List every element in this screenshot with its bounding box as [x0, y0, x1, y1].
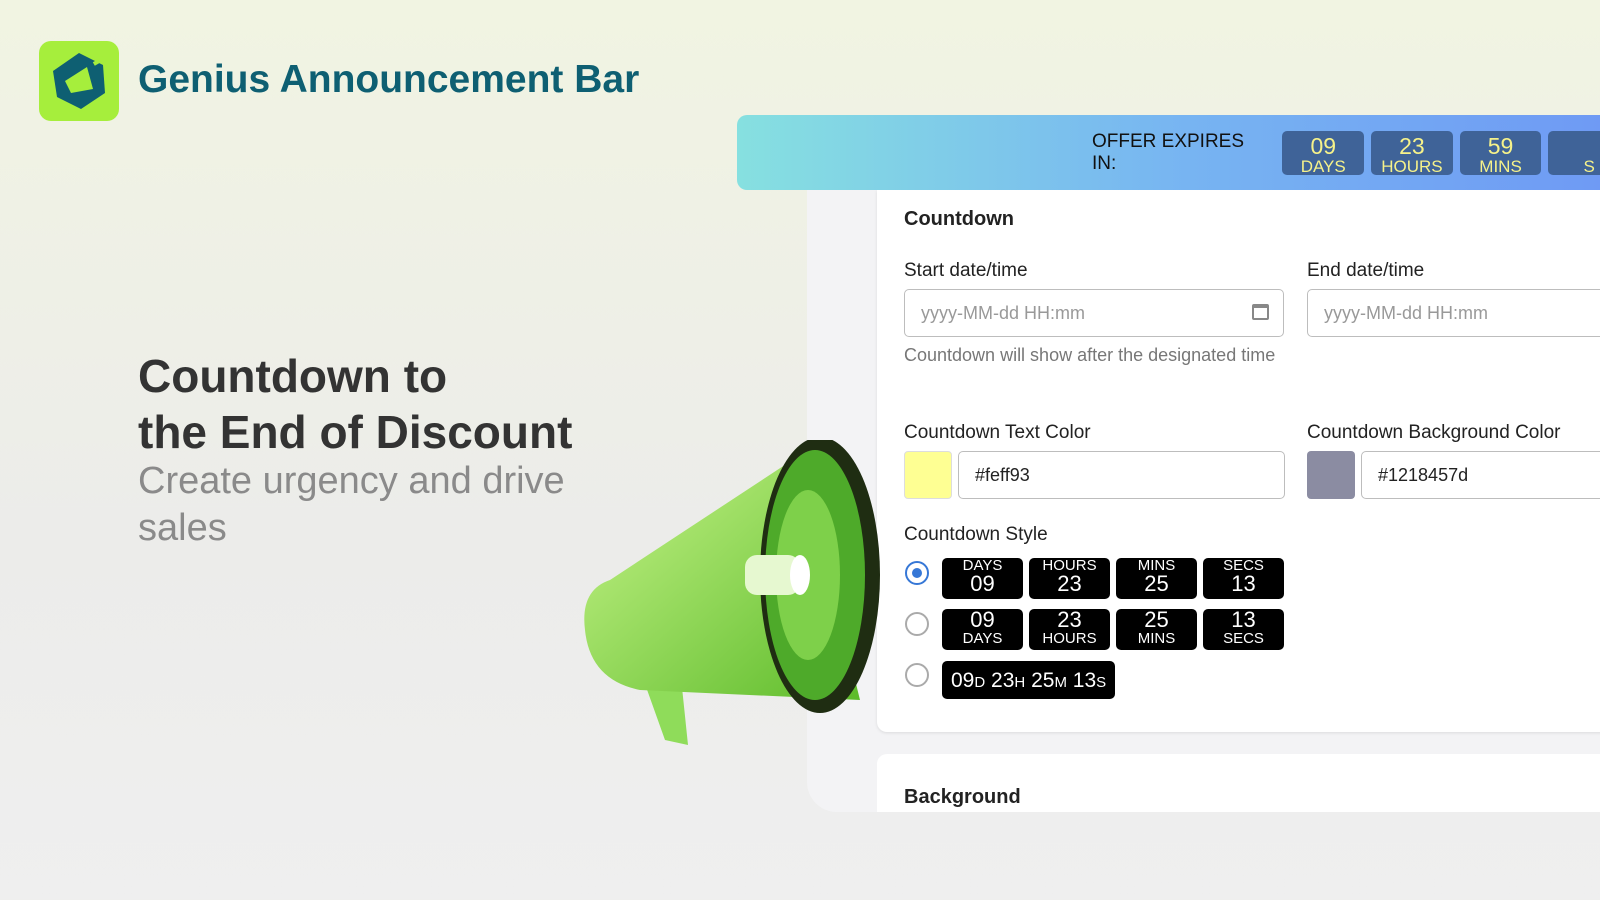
preview-box: MINS 25 — [1116, 558, 1197, 599]
timer-value — [1548, 131, 1600, 158]
style-radio-2[interactable] — [905, 612, 929, 636]
start-datetime-input[interactable]: yyyy-MM-dd HH:mm — [904, 289, 1284, 337]
hero-title: Countdown to the End of Discount — [138, 348, 572, 460]
unit: MINS — [1137, 630, 1176, 647]
unit: H — [1014, 674, 1026, 691]
bg-color-label: Countdown Background Color — [1307, 422, 1561, 443]
value: 23 — [1057, 607, 1082, 632]
preview-box: 13 SECS — [1203, 609, 1284, 650]
hero-title-line1: Countdown to — [138, 350, 448, 402]
style-preview-1: DAYS 09 HOURS 23 MINS 25 SECS 13 — [942, 558, 1284, 599]
preview-box: 09 DAYS — [942, 609, 1023, 650]
start-label: Start date/time — [904, 260, 1028, 281]
timer-unit: S — [1583, 156, 1595, 176]
style-radio-3[interactable] — [905, 663, 929, 687]
countdown-title: Countdown — [904, 208, 1014, 230]
style-preview-2: 09 DAYS 23 HOURS 25 MINS 13 SECS — [942, 609, 1284, 650]
background-title: Background — [904, 786, 1021, 808]
end-placeholder: yyyy-MM-dd HH:mm — [1324, 303, 1488, 323]
preview-box: 23 HOURS — [1029, 609, 1110, 650]
unit: M — [1054, 674, 1067, 691]
text-color-label: Countdown Text Color — [904, 422, 1091, 443]
unit: SECS — [1223, 630, 1264, 647]
announcement-bar: OFFER EXPIRES IN: 09 DAYS 23 HOURS 59 MINS … — [737, 115, 1600, 190]
unit: D — [974, 674, 986, 691]
megaphone-illustration-icon — [584, 440, 880, 745]
value: 09 — [970, 607, 995, 632]
unit: DAYS — [962, 630, 1003, 647]
timer-value: 59 — [1487, 132, 1514, 159]
unit: S — [1096, 674, 1107, 691]
timer-unit: MINS — [1479, 156, 1522, 176]
brand-name: Genius Announcement Bar — [138, 58, 640, 101]
timer-mins: 59 MINS — [1459, 130, 1542, 176]
start-help-text: Countdown will show after the designated… — [904, 345, 1276, 365]
hero-title-line2: the End of Discount — [138, 406, 573, 458]
unit: HOURS — [1042, 630, 1097, 647]
style-radio-1[interactable] — [905, 561, 929, 585]
preview-box: HOURS 23 — [1029, 558, 1110, 599]
timer-value: 23 — [1399, 132, 1425, 159]
bg-color-swatch[interactable] — [1307, 451, 1355, 499]
preview-box: SECS 13 — [1203, 558, 1284, 599]
preview-box: DAYS 09 — [942, 558, 1023, 599]
value: 13 — [1231, 607, 1256, 632]
calendar-icon[interactable] — [1252, 304, 1269, 320]
value: 13 — [1072, 669, 1097, 692]
app-logo — [39, 41, 119, 121]
value: 25 — [1144, 607, 1169, 632]
compact-preview: 09D 23H 25M 13S — [942, 661, 1116, 699]
value: 23 — [991, 669, 1015, 692]
start-placeholder: yyyy-MM-dd HH:mm — [921, 303, 1085, 323]
value: 09 — [970, 571, 995, 596]
megaphone-icon — [53, 53, 107, 109]
text-color-swatch[interactable] — [904, 451, 952, 499]
value: 25 — [1031, 669, 1055, 692]
value: 23 — [1057, 571, 1082, 596]
bg-color-input[interactable]: #1218457d — [1361, 451, 1600, 499]
value: 09 — [951, 669, 975, 692]
style-preview-3: 09D 23H 25M 13S — [942, 661, 1116, 699]
preview-box: 25 MINS — [1116, 609, 1197, 650]
end-label: End date/time — [1307, 260, 1425, 281]
end-datetime-input[interactable]: yyyy-MM-dd HH:mm — [1307, 289, 1600, 337]
timer-days: 09 DAYS — [1282, 130, 1365, 176]
text-color-input[interactable]: #feff93 — [958, 451, 1285, 499]
timer-unit: HOURS — [1381, 156, 1443, 176]
timer-secs: S — [1548, 130, 1600, 176]
hero-subtitle: Create urgency and drive sales — [138, 460, 565, 549]
value: 13 — [1231, 571, 1256, 596]
timer-value: 09 — [1310, 132, 1337, 159]
offer-label: OFFER EXPIRES IN: — [1092, 130, 1245, 174]
timer-unit: DAYS — [1300, 156, 1346, 176]
value: 25 — [1144, 571, 1169, 596]
timer-hours: 23 HOURS — [1371, 130, 1453, 176]
style-label: Countdown Style — [904, 524, 1048, 545]
